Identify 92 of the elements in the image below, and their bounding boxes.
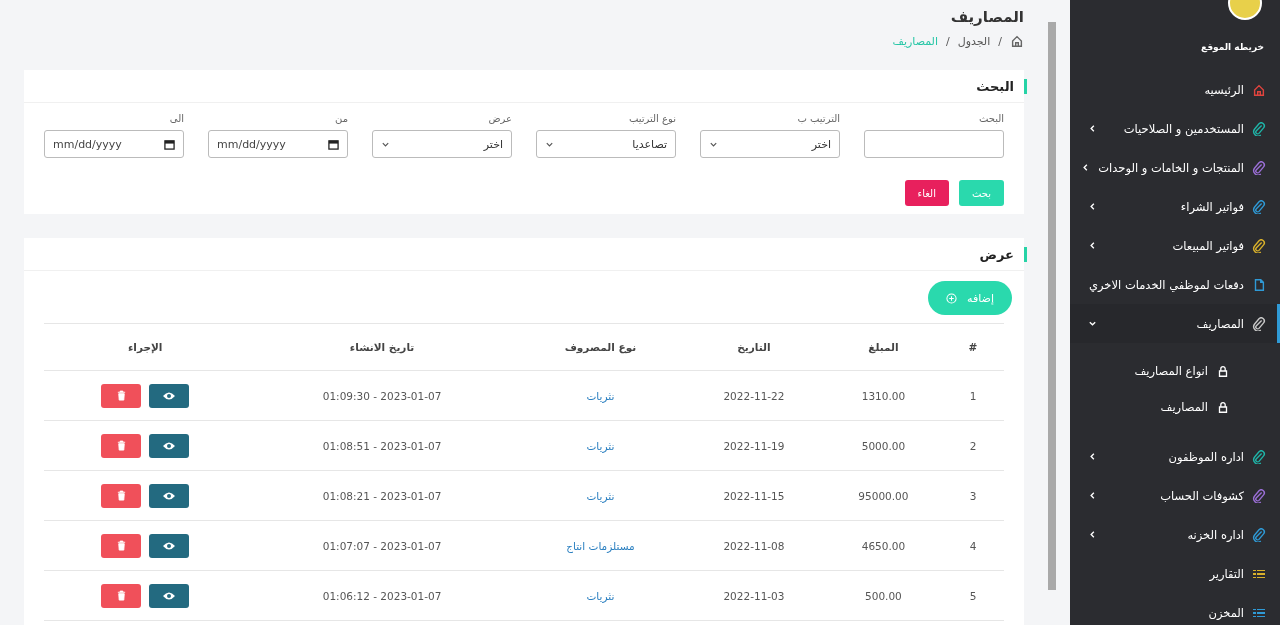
table-cell: 500.00 bbox=[824, 570, 942, 621]
table-cell: 2 bbox=[942, 420, 1004, 471]
eye-icon bbox=[162, 490, 177, 501]
delete-button[interactable] bbox=[101, 583, 142, 608]
sidebar-heading: خريطه الموقع bbox=[1200, 41, 1265, 55]
column-header: تاريخ الانشاء bbox=[246, 323, 518, 371]
sidebar-item[interactable]: المصاريف bbox=[1070, 304, 1280, 343]
view-button[interactable] bbox=[149, 533, 190, 558]
field-label: نوع الترتيب bbox=[627, 113, 676, 124]
table-cell: 4650.00 bbox=[824, 520, 942, 571]
sidebar-item[interactable]: اداره الخزنه bbox=[1070, 515, 1280, 554]
card-title: عرض bbox=[979, 246, 1027, 262]
sidebar-item[interactable]: التقارير bbox=[1070, 554, 1280, 593]
trash-icon bbox=[115, 440, 127, 451]
view-button[interactable] bbox=[149, 583, 190, 608]
table-cell: 4 bbox=[942, 520, 1004, 571]
table-cell: 2022-11-08 bbox=[683, 520, 825, 571]
sidebar-subitem[interactable]: انواع المصاريف bbox=[1070, 353, 1280, 389]
expense-type-link[interactable]: نثريات bbox=[586, 489, 615, 502]
field-label: البحث bbox=[977, 113, 1004, 124]
table-cell: 5 bbox=[942, 570, 1004, 621]
expense-type-link[interactable]: نثريات bbox=[586, 589, 615, 602]
table-cell: 01:07:07 - 2023-01-07 bbox=[322, 539, 442, 552]
search-field[interactable] bbox=[864, 130, 1004, 158]
sidebar-item[interactable]: المستخدمين و الصلاحيات bbox=[1070, 109, 1280, 148]
breadcrumb-separator: / bbox=[945, 34, 950, 48]
table-cell: 2022-11-15 bbox=[683, 470, 825, 521]
expense-type-link[interactable]: مستلزمات انتاج bbox=[566, 539, 635, 552]
field-label: من bbox=[334, 113, 348, 124]
calendar-icon[interactable] bbox=[328, 138, 339, 150]
table-cell: 2022-11-19 bbox=[683, 420, 825, 471]
field-label: الى bbox=[168, 113, 184, 124]
table-cell: 5000.00 bbox=[824, 420, 942, 471]
scrollbar[interactable] bbox=[1048, 22, 1056, 590]
sidebar-item[interactable]: كشوفات الحساب bbox=[1070, 476, 1280, 515]
sidebar-item[interactable]: اداره الموظفون bbox=[1070, 437, 1280, 476]
trash-icon bbox=[115, 540, 127, 551]
expense-type-link[interactable]: نثريات bbox=[586, 439, 615, 452]
delete-button[interactable] bbox=[101, 383, 142, 408]
eye-icon bbox=[162, 540, 177, 551]
delete-button[interactable] bbox=[101, 533, 142, 558]
field-label: عرض bbox=[487, 113, 512, 124]
eye-icon bbox=[162, 390, 177, 401]
expense-type-link[interactable]: نثريات bbox=[586, 389, 615, 402]
page-title: المصاريف bbox=[949, 8, 1024, 26]
table-cell: 95000.00 bbox=[824, 470, 942, 521]
delete-button[interactable] bbox=[101, 433, 142, 458]
table-cell: 2022-11-22 bbox=[683, 370, 825, 421]
column-header: التاريخ bbox=[683, 323, 825, 371]
sidebar-item[interactable]: المنتجات و الخامات و الوحدات bbox=[1070, 148, 1280, 187]
table-cell: 3 bbox=[942, 470, 1004, 521]
table-cell: 01:06:12 - 2023-01-07 bbox=[322, 589, 442, 602]
table-cell: 01:09:30 - 2023-01-07 bbox=[322, 389, 442, 402]
select-field[interactable]: اختر bbox=[700, 130, 840, 158]
trash-icon bbox=[115, 490, 127, 501]
lock-icon bbox=[1216, 400, 1230, 414]
table-cell: 1 bbox=[942, 370, 1004, 421]
sidebar-item[interactable]: فواتير الشراء bbox=[1070, 187, 1280, 226]
column-header: الإجراء bbox=[44, 323, 247, 371]
sidebar-subitem[interactable]: المصاريف bbox=[1070, 389, 1280, 425]
sidebar-item[interactable]: فواتير المبيعات bbox=[1070, 226, 1280, 265]
select-field[interactable]: تصاعديا bbox=[536, 130, 676, 158]
column-header: # bbox=[942, 323, 1004, 371]
date-field[interactable]: mm/dd/yyyy bbox=[44, 130, 184, 158]
home-icon bbox=[1010, 34, 1024, 48]
table-cell: 2022-11-03 bbox=[683, 570, 825, 621]
table-cell: 1310.00 bbox=[824, 370, 942, 421]
breadcrumb-link[interactable]: الجدول bbox=[957, 34, 991, 48]
view-button[interactable] bbox=[149, 483, 190, 508]
sidebar-item[interactable]: دفعات لموظفي الخدمات الاخري bbox=[1070, 265, 1280, 304]
delete-button[interactable] bbox=[101, 483, 142, 508]
table-cell: 01:08:21 - 2023-01-07 bbox=[322, 489, 442, 502]
view-button[interactable] bbox=[149, 383, 190, 408]
column-header: المبلغ bbox=[824, 323, 942, 371]
plus-circle-icon bbox=[946, 292, 958, 304]
field-label: الترتيب ب bbox=[796, 113, 840, 124]
card-title: البحث bbox=[976, 78, 1027, 94]
table-cell: 01:08:51 - 2023-01-07 bbox=[322, 439, 442, 452]
column-header: نوع المصروف bbox=[517, 323, 684, 371]
breadcrumb-separator: / bbox=[998, 34, 1002, 48]
trash-icon bbox=[115, 590, 127, 601]
eye-icon bbox=[162, 440, 177, 451]
sidebar-item[interactable]: المخزن bbox=[1070, 593, 1280, 625]
lock-icon bbox=[1216, 364, 1230, 378]
select-field[interactable]: اختر bbox=[372, 130, 512, 158]
date-field[interactable]: mm/dd/yyyy bbox=[208, 130, 348, 158]
trash-icon bbox=[115, 390, 127, 401]
cancel-button[interactable]: الغاء bbox=[904, 180, 949, 206]
calendar-icon[interactable] bbox=[164, 138, 175, 150]
sidebar-item[interactable]: الرئيسيه bbox=[1070, 70, 1280, 109]
eye-icon bbox=[162, 590, 177, 601]
view-button[interactable] bbox=[149, 433, 190, 458]
